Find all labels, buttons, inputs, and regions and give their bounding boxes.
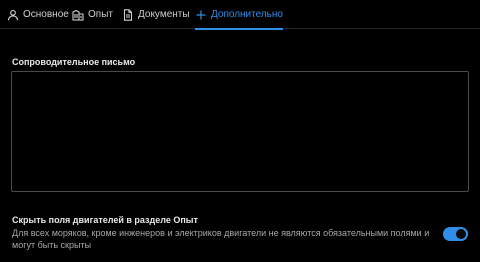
tab-documents-label: Документы [138,9,190,20]
hide-engines-description: Для всех моряков, кроме инженеров и элек… [12,228,430,250]
document-icon [122,8,134,21]
tab-experience[interactable]: Опыт [72,0,113,29]
building-icon [72,9,84,21]
cover-letter-label: Сопроводительное письмо [12,57,136,67]
hide-engines-toggle[interactable] [443,227,468,241]
tab-bar: Основное Опыт Документы Дополнительно [0,0,480,30]
hide-engines-title: Скрыть поля двигателей в разделе Опыт [12,215,198,225]
tab-basic[interactable]: Основное [7,0,69,29]
plus-icon [195,9,207,21]
cover-letter-textarea[interactable] [11,71,469,192]
tab-basic-label: Основное [23,9,69,20]
tab-additional[interactable]: Дополнительно [195,0,283,30]
tab-additional-label: Дополнительно [211,9,283,20]
toggle-knob [456,229,466,239]
tab-experience-label: Опыт [88,9,113,20]
user-icon [7,9,19,21]
tab-documents[interactable]: Документы [122,0,190,29]
